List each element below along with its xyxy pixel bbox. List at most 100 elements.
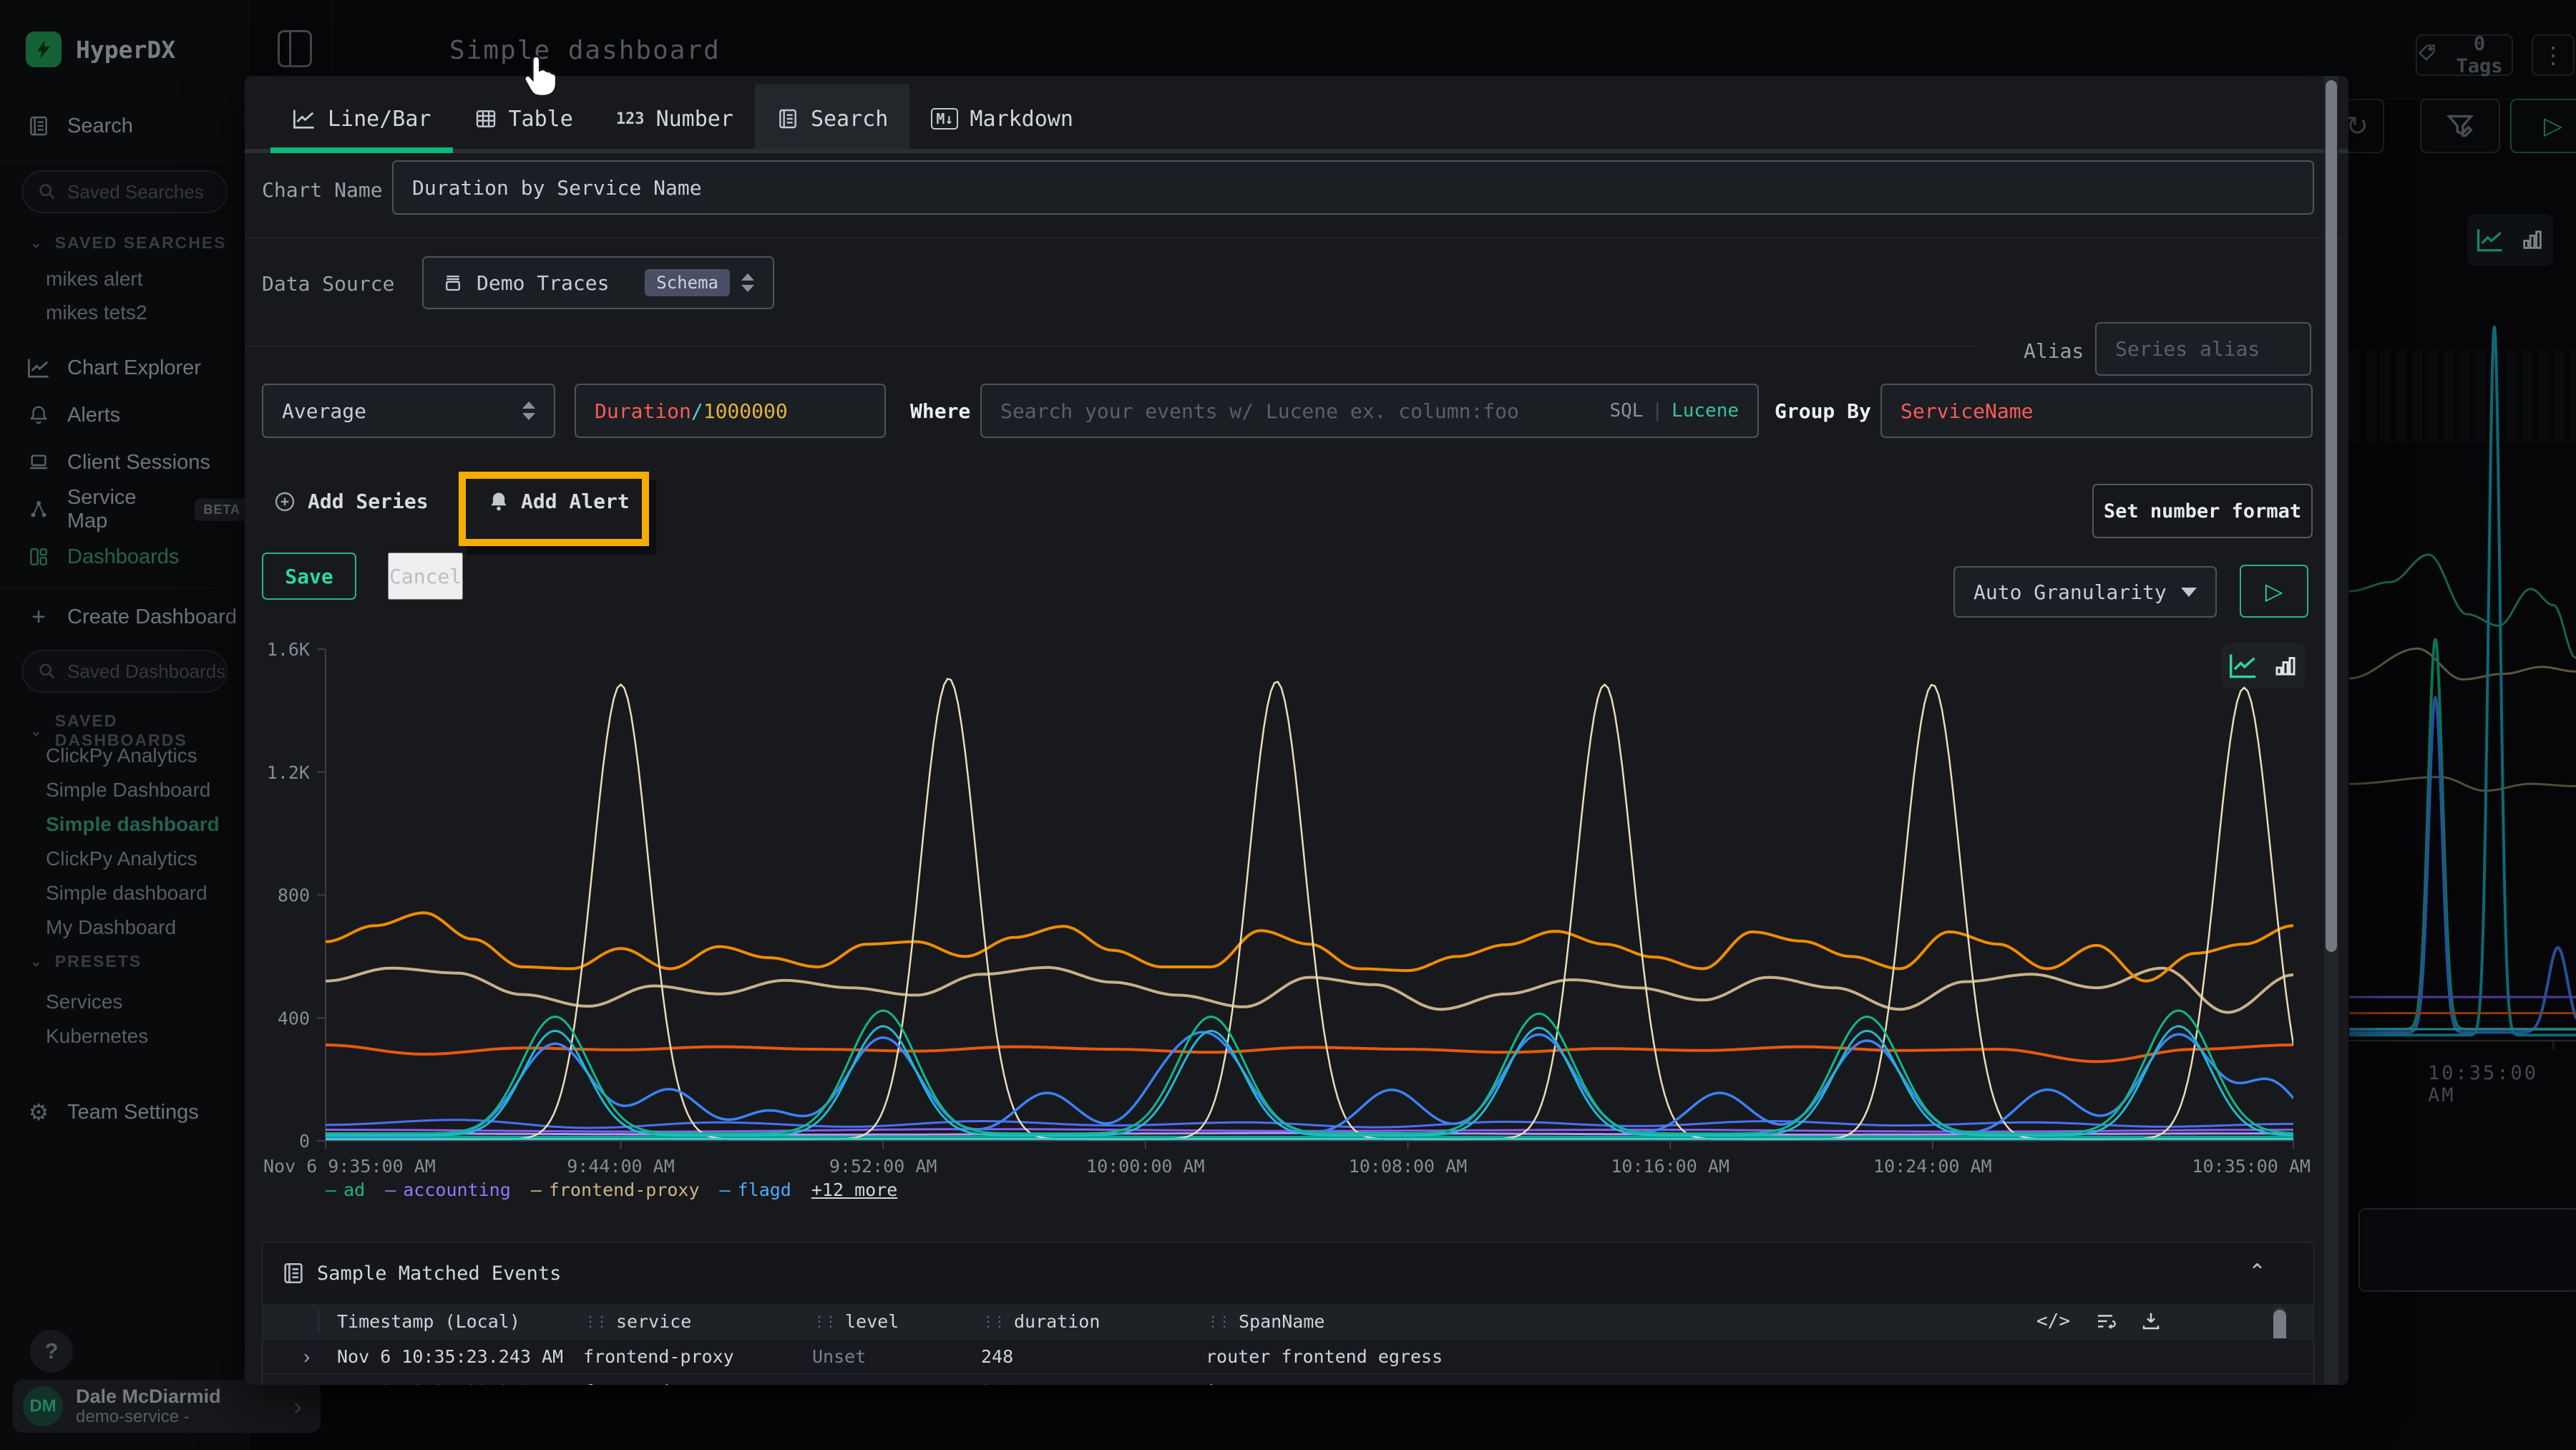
svg-text:10:24:00 AM: 10:24:00 AM [1873,1156,1992,1177]
svg-text:9:52:00 AM: 9:52:00 AM [829,1156,937,1177]
legend-item[interactable]: — ad [326,1179,365,1200]
table-row[interactable]: ›Nov 6 10:35:23.243 AMfrontend-proxyUnse… [263,1373,2313,1385]
column-header[interactable]: ⋮⋮SpanName [1206,1304,1324,1338]
svg-text:10:00:00 AM: 10:00:00 AM [1086,1156,1205,1177]
group-by-input[interactable]: ServiceName [1880,384,2313,438]
collapse-icon[interactable]: ⌃ [2248,1260,2266,1285]
cancel-button[interactable]: Cancel [388,553,463,600]
tab-line-bar[interactable]: Line/Bar [270,84,453,153]
legend-label: frontend-proxy [549,1179,700,1200]
legend-label: ad [343,1179,365,1200]
drag-grip-icon[interactable]: ⋮⋮ [981,1313,1004,1330]
save-button[interactable]: Save [262,553,356,600]
legend-item[interactable]: — frontend-proxy [531,1179,700,1200]
table-cell: 248 [981,1374,1013,1385]
chart-name-input[interactable]: Duration by Service Name [392,160,2314,215]
tab-label: Search [811,107,888,132]
tab-markdown[interactable]: M↓Markdown [909,84,1095,153]
where-label: Where [910,399,970,423]
svg-text:9:44:00 AM: 9:44:00 AM [567,1156,675,1177]
tab-number[interactable]: 123 Number [595,84,755,153]
table-cell: router frontend egress [1206,1339,1443,1374]
alias-placeholder: Series alias [2115,337,2260,361]
expression-column: Duration [595,399,691,423]
column-label: duration [1014,1311,1100,1332]
legend-swatch: — [385,1179,396,1200]
legend-item[interactable]: — flagd [720,1179,791,1200]
tab-label: Line/Bar [328,107,431,132]
events-table-header: Timestamp (Local) ⋮⋮ service ⋮⋮ level ⋮⋮ durat… [263,1304,2313,1338]
chart-name-label: Chart Name [262,178,383,202]
legend-item[interactable]: — accounting [385,1179,511,1200]
wrap-lines-icon[interactable] [2094,1310,2116,1332]
doc-list-icon [281,1261,306,1285]
modal-scrollbar-thumb[interactable] [2326,80,2337,952]
select-caret-icon [522,402,535,420]
table-cell: Unset [812,1339,866,1374]
tab-label: Table [509,107,573,132]
legend-label: flagd [738,1179,791,1200]
table-cell: 248 [981,1339,1013,1374]
svg-text:0: 0 [299,1131,310,1152]
svg-text:Nov 6 9:35:00 AM: Nov 6 9:35:00 AM [263,1156,436,1177]
events-header[interactable]: Sample Matched Events ⌃ [263,1242,2313,1304]
table-row[interactable]: ›Nov 6 10:35:23.243 AMfrontend-proxyUnse… [263,1338,2313,1373]
table-cell: Nov 6 10:35:23.243 AM [337,1374,563,1385]
column-label: Timestamp (Local) [337,1311,520,1332]
annotation-highlight-box [459,472,649,546]
column-header[interactable]: ⋮⋮ duration [981,1304,1100,1338]
table-icon [474,107,497,130]
tab-label: Number [656,107,733,132]
table-cell: ingress [1206,1374,1281,1385]
expand-row-icon[interactable]: › [303,1339,310,1374]
sample-matched-events-panel: Sample Matched Events ⌃ Timestamp (Local… [262,1242,2314,1385]
add-series-button[interactable]: Add Series [273,490,429,513]
mouse-cursor [518,53,558,97]
drag-grip-icon[interactable]: ⋮⋮ [1206,1313,1229,1330]
duration-by-service-chart[interactable]: 04008001.2K1.6KNov 6 9:35:00 AM9:44:00 A… [262,628,2323,1208]
query-language-switch[interactable]: SQL|Lucene [1609,400,1739,422]
chevron-down-icon [2181,588,2197,597]
where-input[interactable]: Search your events w/ Lucene ex. column:… [980,384,1759,438]
set-number-format-button[interactable]: Set number format [2092,484,2313,538]
legend-swatch: — [531,1179,542,1200]
chart-type-tabs: Line/Bar Table 123 Number Search M↓Markdown [245,84,2348,153]
group-by-label: Group By [1775,399,1871,423]
svg-text:1.2K: 1.2K [267,762,310,783]
granularity-select[interactable]: Auto Granularity [1953,566,2217,618]
legend-swatch: — [326,1179,336,1200]
where-placeholder: Search your events w/ Lucene ex. column:… [1000,399,1519,423]
svg-text:10:35:00 AM: 10:35:00 AM [2192,1156,2311,1177]
doc-list-icon [776,107,799,130]
expression-field[interactable]: Duration/1000000 [575,384,886,438]
legend-swatch: — [720,1179,731,1200]
database-icon [442,272,464,293]
column-header[interactable]: ⋮⋮ service [583,1304,691,1338]
code-icon[interactable]: </> [2036,1310,2070,1332]
run-chart-button[interactable]: ▷ [2240,565,2308,618]
column-separator [318,1310,319,1333]
download-icon[interactable] [2140,1310,2162,1332]
column-label: level [845,1311,899,1332]
legend-label: accounting [403,1179,511,1200]
svg-text:10:08:00 AM: 10:08:00 AM [1349,1156,1468,1177]
number-icon: 123 [616,110,645,128]
aggregation-select[interactable]: Average [262,384,555,438]
column-header[interactable]: Timestamp (Local) [337,1304,520,1338]
alias-input[interactable]: Series alias [2095,322,2311,376]
schema-badge: Schema [645,269,730,296]
tab-search[interactable]: Search [755,84,909,153]
data-source-label: Data Source [262,272,394,296]
data-source-select[interactable]: Demo Traces Schema [422,256,774,309]
drag-grip-icon[interactable]: ⋮⋮ [812,1313,835,1330]
table-cell: frontend-proxy [583,1339,734,1374]
column-label: service [616,1311,691,1332]
markdown-icon: M↓ [931,108,958,130]
legend-more-link[interactable]: +12 more [811,1179,897,1200]
events-title: Sample Matched Events [317,1262,561,1285]
table-cell: frontend-proxy [583,1374,734,1385]
plus-circle-icon [273,490,296,513]
drag-grip-icon[interactable]: ⋮⋮ [583,1313,606,1330]
column-header[interactable]: ⋮⋮ level [812,1304,899,1338]
expand-row-icon[interactable]: › [303,1374,310,1385]
